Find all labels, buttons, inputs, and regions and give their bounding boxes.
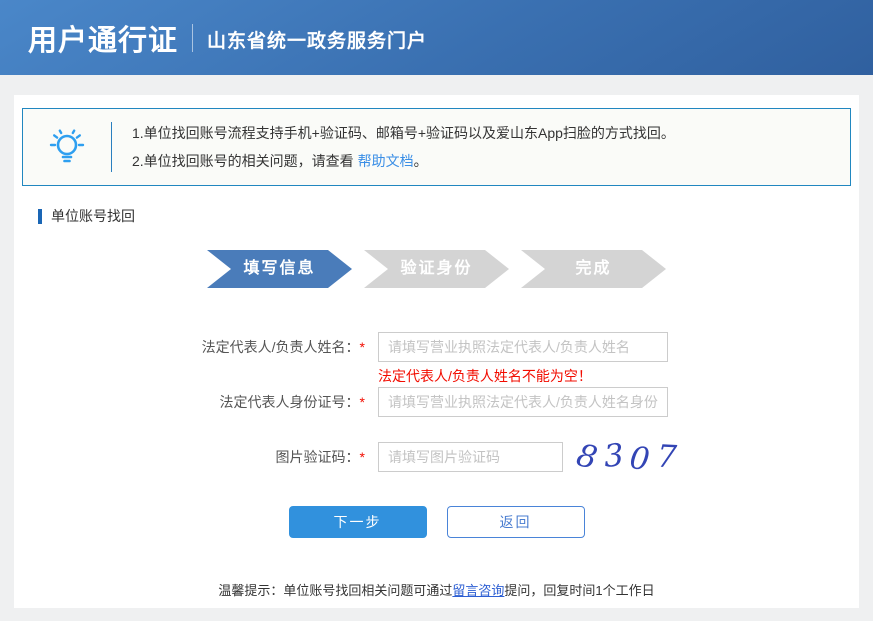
section-title: 单位账号找回 [38,206,859,226]
footer-tip-prefix: 温馨提示：单位账号找回相关问题可通过 [218,583,452,598]
captcha-label: 图片验证码：* [14,442,365,472]
back-button[interactable]: 返回 [447,506,585,538]
legal-name-field-wrap: 法定代表人/负责人姓名不能为空！ [365,332,668,387]
step-verify-identity: 验证身份 [364,250,509,288]
portal-subtitle: 山东省统一政务服务门户 [207,23,427,53]
footer-tip-suffix: 提问，回复时间1个工作日 [504,583,654,598]
captcha-image[interactable]: 8307 [577,442,677,472]
step-complete: 完成 [521,250,666,288]
help-doc-link[interactable]: 帮助文档 [358,153,414,169]
step-fill-info: 填写信息 [207,250,352,288]
notice-line-2: 2.单位找回账号的相关问题，请查看 帮助文档。 [132,147,675,175]
notice-line-1: 1.单位找回账号流程支持手机+验证码、邮箱号+验证码以及爱山东App扫脸的方式找… [132,119,675,147]
form-row-legal-name: 法定代表人/负责人姓名：* 法定代表人/负责人姓名不能为空！ [14,332,859,387]
section-title-bar [38,209,42,224]
legal-name-input[interactable] [378,332,668,362]
required-asterisk: * [360,394,365,410]
step-indicator: 填写信息 验证身份 完成 [14,250,859,288]
id-number-label: 法定代表人身份证号：* [14,387,365,417]
notice-box: 1.单位找回账号流程支持手机+验证码、邮箱号+验证码以及爱山东App扫脸的方式找… [22,108,851,186]
id-number-label-text: 法定代表人身份证号： [220,394,360,410]
message-consult-link[interactable]: 留言咨询 [452,583,504,598]
lightbulb-icon [23,123,111,171]
captcha-input[interactable] [378,442,563,472]
legal-name-label: 法定代表人/负责人姓名：* [14,332,365,362]
notice-line-2-period: 。 [414,153,428,169]
notice-line-2-text: 2.单位找回账号的相关问题，请查看 [132,153,358,169]
next-step-button[interactable]: 下一步 [289,506,427,538]
header: 用户通行证 山东省统一政务服务门户 [0,0,873,75]
legal-name-label-text: 法定代表人/负责人姓名： [202,339,360,355]
section-title-label: 单位账号找回 [51,206,135,226]
form-row-id-number: 法定代表人身份证号：* [14,387,859,417]
main-card: 1.单位找回账号流程支持手机+验证码、邮箱号+验证码以及爱山东App扫脸的方式找… [14,95,859,608]
captcha-field-wrap: 8307 [365,442,677,472]
form-buttons: 下一步 返回 [14,506,859,538]
notice-text: 1.单位找回账号流程支持手机+验证码、邮箱号+验证码以及爱山东App扫脸的方式找… [112,119,675,175]
footer-tip: 温馨提示：单位账号找回相关问题可通过留言咨询提问，回复时间1个工作日 [14,580,859,599]
header-divider [192,24,193,52]
id-number-input[interactable] [378,387,668,417]
legal-name-error: 法定代表人/负责人姓名不能为空！ [378,365,668,387]
recover-form: 法定代表人/负责人姓名：* 法定代表人/负责人姓名不能为空！ 法定代表人身份证号… [14,332,859,599]
captcha-label-text: 图片验证码： [276,449,360,465]
form-row-captcha: 图片验证码：* 8307 [14,442,859,472]
app-title: 用户通行证 [28,17,178,59]
